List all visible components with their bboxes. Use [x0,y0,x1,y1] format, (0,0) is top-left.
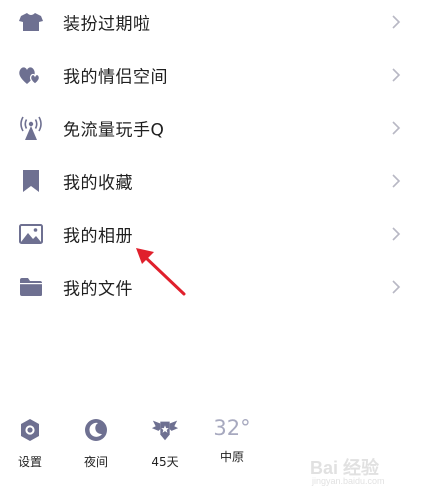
moon-icon [82,416,110,443]
weather-temperature: 32° [213,416,251,440]
menu-item-files[interactable]: 我的文件 [0,260,425,313]
menu-item-couple-space[interactable]: 我的情侣空间 [0,48,425,101]
menu-item-label: 我的文件 [63,279,133,299]
signal-tower-icon [18,115,44,141]
chevron-right-icon [392,67,401,82]
chevron-right-icon [392,14,401,29]
chevron-right-icon [392,120,401,135]
menu-item-label: 免流量玩手Q [63,120,165,140]
chevron-right-icon [392,173,401,188]
bookmark-icon [18,168,44,194]
menu-item-favorites[interactable]: 我的收藏 [0,154,425,207]
winged-shield-icon [151,416,179,443]
folder-icon [18,274,44,300]
tshirt-icon [18,9,44,35]
menu-item-label: 我的收藏 [63,173,133,193]
menu-item-label: 我的相册 [63,226,133,246]
menu-item-label: 装扮过期啦 [63,14,151,34]
chevron-right-icon [392,226,401,241]
menu-item-dress-up[interactable]: 装扮过期啦 [0,0,425,48]
hearts-icon [18,62,44,88]
annotation-arrow [136,248,186,296]
weather-city: 中原 [219,450,244,464]
settings-button[interactable]: 设置 [5,410,55,470]
watermark-url: jingyan.baidu.com [312,476,385,486]
menu-item-label: 我的情侣空间 [63,67,168,87]
watermark: Bai 经验 jingyan.baidu.com [306,452,416,492]
weather-widget[interactable]: 32° 中原 [207,410,257,470]
night-label: 夜间 [83,455,108,469]
photo-icon [18,221,44,247]
menu-item-free-data[interactable]: 免流量玩手Q [0,101,425,154]
days-button[interactable]: 45天 [140,410,190,470]
night-mode-button[interactable]: 夜间 [71,410,121,470]
menu-item-album[interactable]: 我的相册 [0,207,425,260]
chevron-right-icon [392,279,401,294]
settings-hexagon-icon [16,416,44,443]
settings-label: 设置 [17,455,42,469]
days-label: 45天 [151,455,179,469]
